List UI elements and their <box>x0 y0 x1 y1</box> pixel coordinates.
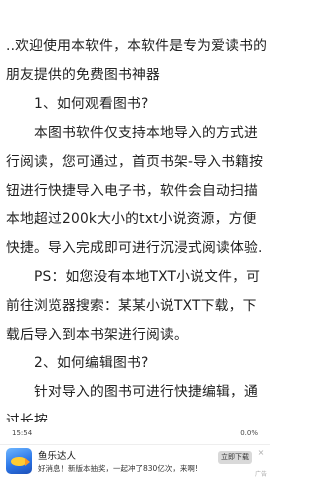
paragraph-read-instructions: 本图书软件仅支持本地导入的方式进行阅读，您可通过，首页书架-导入书籍按钮进行快捷… <box>6 125 264 257</box>
ad-title[interactable]: 鱼乐达人 <box>38 448 76 462</box>
fish-game-icon[interactable] <box>6 448 32 474</box>
ad-download-button[interactable]: 立即下载 <box>218 451 252 464</box>
paragraph-edit-instructions: 针对导入的图书可进行快捷编辑，通过长按 <box>6 384 258 422</box>
fish-tail-shape <box>25 458 30 466</box>
heading-how-to-read: 1、如何观看图书? <box>34 96 149 112</box>
fish-shape <box>11 457 26 466</box>
reading-progress: 0.0% <box>240 429 258 437</box>
intro-paragraph: ..欢迎使用本软件，本软件是专为爱读书的朋友提供的免费图书神器 <box>6 38 268 83</box>
ad-banner[interactable]: 鱼乐达人 好消息！新版本抽奖，一起冲了830亿次，来啊! 立即下载 × 广告 <box>0 444 270 479</box>
ad-close-icon[interactable]: × <box>256 448 266 458</box>
clock-time: 15:54 <box>12 429 33 437</box>
reading-area[interactable]: ..欢迎使用本软件，本软件是专为爱读书的朋友提供的免费图书神器 1、如何观看图书… <box>0 0 270 422</box>
reader-screen: ..欢迎使用本软件，本软件是专为爱读书的朋友提供的免费图书神器 1、如何观看图书… <box>0 0 270 479</box>
heading-how-to-edit: 2、如何编辑图书? <box>34 355 149 371</box>
ad-description[interactable]: 好消息！新版本抽奖，一起冲了830亿次，来啊! <box>38 463 208 474</box>
paragraph-ps-note: PS：如您没有本地TXT小说文件，可前往浏览器搜索：某某小说TXT下载，下载后导… <box>6 269 261 343</box>
ad-label-badge: 广告 <box>254 471 267 478</box>
reader-status-bar: 15:54 0.0% <box>0 424 270 444</box>
